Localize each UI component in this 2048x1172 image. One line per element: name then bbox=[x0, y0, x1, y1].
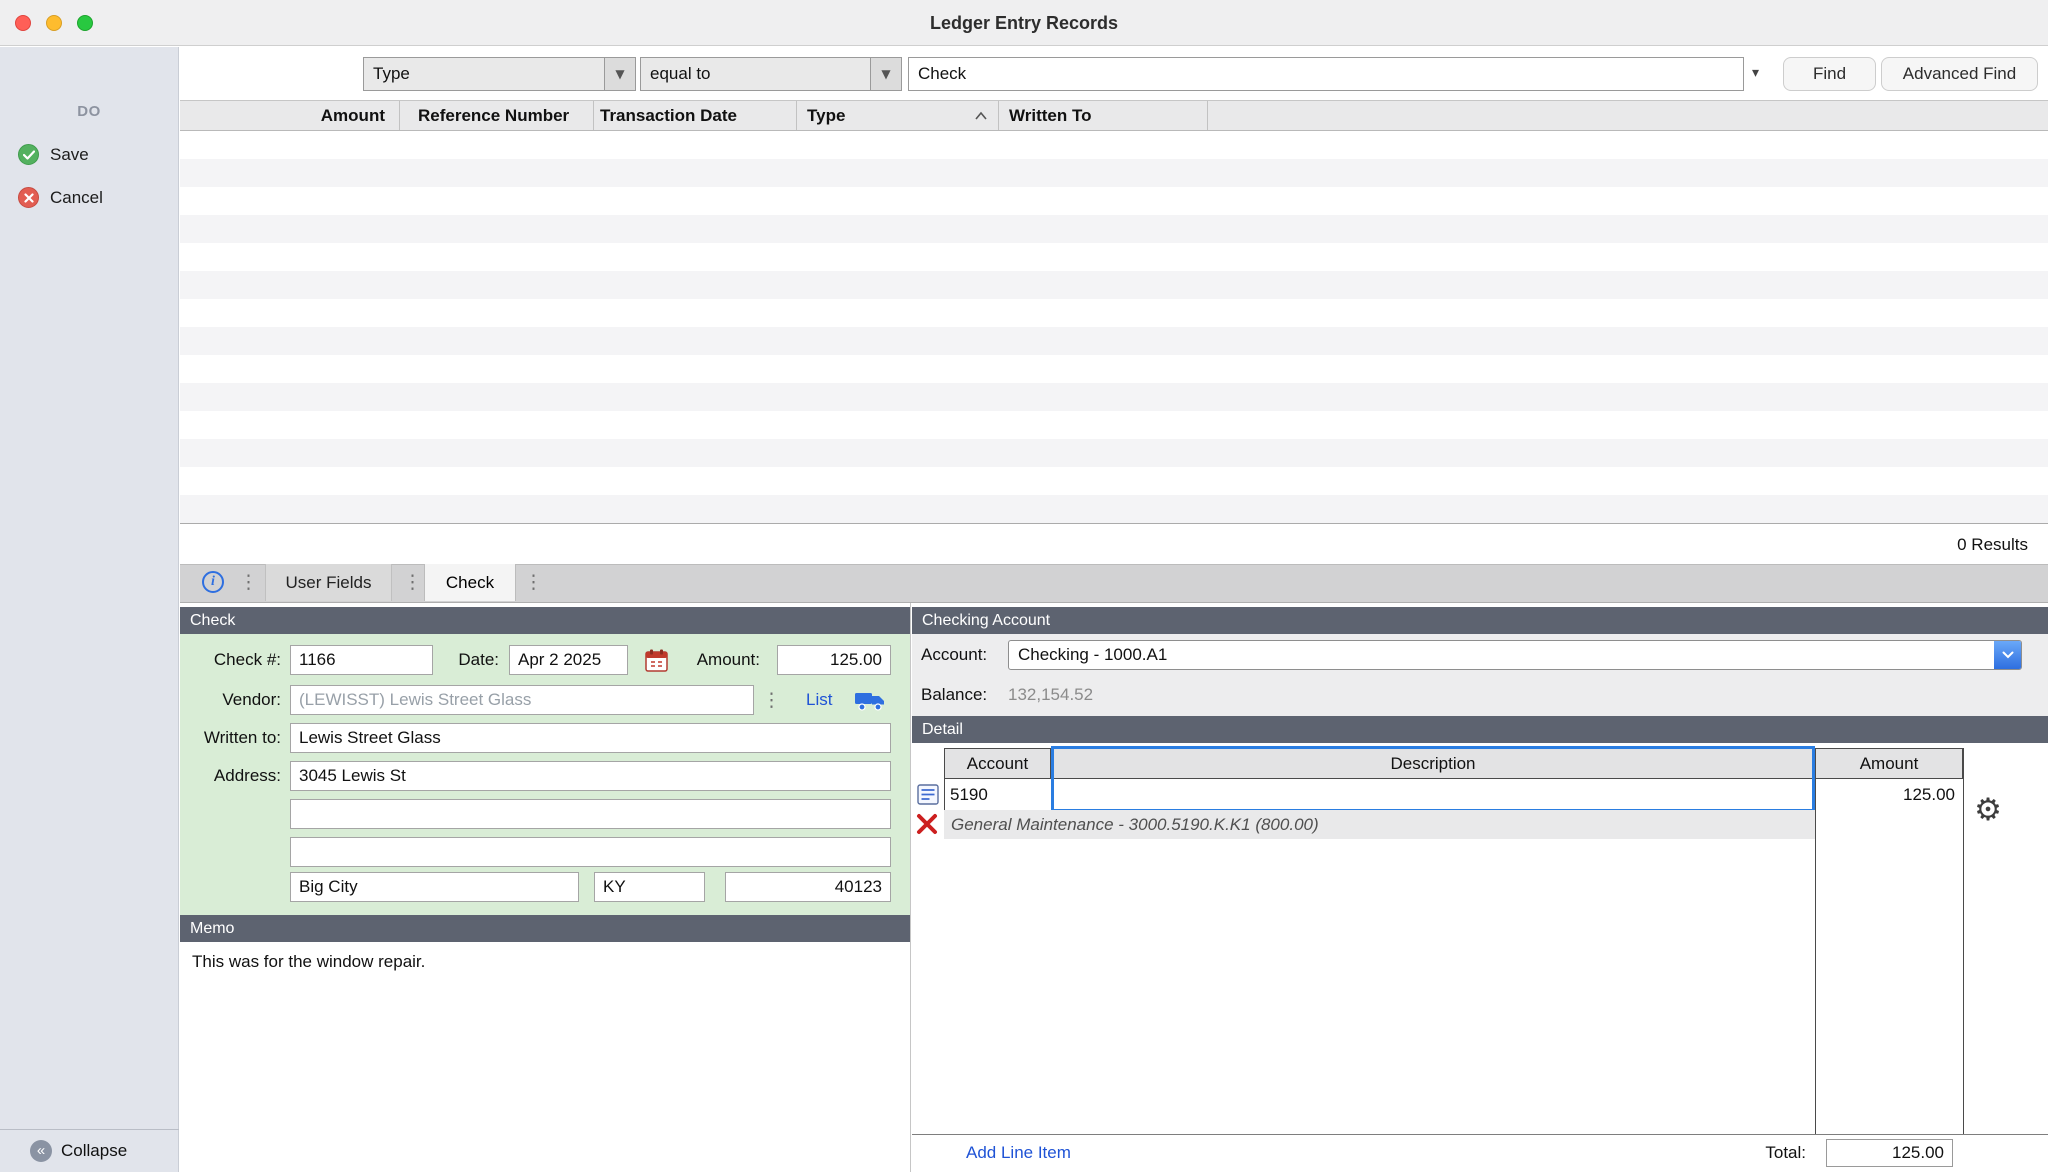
sort-ascending-icon bbox=[974, 101, 988, 130]
delete-line-item-icon[interactable] bbox=[916, 813, 938, 840]
column-header-transaction-date[interactable]: Transaction Date bbox=[594, 101, 797, 130]
results-count: 0 Results bbox=[1957, 524, 2028, 565]
vendor-label: Vendor: bbox=[170, 685, 281, 715]
amount-label: Amount: bbox=[650, 645, 760, 675]
date-label: Date: bbox=[400, 645, 499, 675]
city-field[interactable] bbox=[290, 872, 579, 902]
written-to-label: Written to: bbox=[150, 723, 281, 753]
column-header-type[interactable]: Type bbox=[797, 101, 999, 130]
add-line-item-link[interactable]: Add Line Item bbox=[966, 1134, 1071, 1172]
advanced-find-button[interactable]: Advanced Find bbox=[1881, 57, 2038, 91]
address-line2-field[interactable] bbox=[290, 799, 891, 829]
app-window: Ledger Entry Records DO Save Cancel « Co… bbox=[0, 0, 2048, 1172]
vendor-options-dots-icon[interactable]: ⋮ bbox=[762, 685, 781, 715]
gear-icon[interactable]: ⚙ bbox=[1968, 792, 2008, 829]
account-dropdown-arrow-icon bbox=[1994, 641, 2021, 669]
written-to-field[interactable] bbox=[290, 723, 891, 753]
find-operator-value: equal to bbox=[641, 58, 870, 90]
amount-field[interactable] bbox=[777, 645, 891, 675]
column-header-type-label: Type bbox=[807, 106, 845, 125]
results-header-row: Amount Reference Number Transaction Date… bbox=[180, 100, 2048, 131]
balance-label: Balance: bbox=[921, 680, 1011, 710]
tab-options-dots-icon[interactable]: ⋮ bbox=[403, 564, 422, 601]
find-dropdown-caret-icon[interactable]: ▾ bbox=[1752, 47, 1759, 100]
select-arrow-icon: ▼ bbox=[870, 58, 901, 90]
title-bar: Ledger Entry Records bbox=[0, 0, 2048, 46]
tab-check[interactable]: Check bbox=[424, 564, 516, 601]
check-panel-header: Check bbox=[180, 607, 910, 634]
panel-divider bbox=[910, 603, 911, 1172]
select-arrow-icon: ▼ bbox=[604, 58, 635, 90]
date-field[interactable] bbox=[509, 645, 628, 675]
find-field-select[interactable]: Type ▼ bbox=[363, 57, 636, 91]
sidebar-item-save[interactable]: Save bbox=[18, 144, 89, 165]
zip-field[interactable] bbox=[725, 872, 891, 902]
sidebar-item-cancel[interactable]: Cancel bbox=[18, 187, 103, 208]
column-separator bbox=[1963, 748, 1964, 1172]
total-label: Total: bbox=[1650, 1134, 1806, 1172]
cancel-x-icon bbox=[18, 187, 39, 208]
line-item-account-value[interactable]: 5190 bbox=[950, 779, 988, 810]
info-icon[interactable]: i bbox=[202, 571, 224, 593]
tab-options-dots-icon[interactable]: ⋮ bbox=[524, 564, 543, 601]
tab-options-dots-icon[interactable]: ⋮ bbox=[239, 564, 258, 601]
detail-panel-header: Detail bbox=[912, 716, 2048, 743]
window-title: Ledger Entry Records bbox=[0, 0, 2048, 46]
sidebar: DO Save Cancel « Collapse bbox=[0, 47, 179, 1172]
checking-account-panel-header: Checking Account bbox=[912, 607, 2048, 634]
balance-value: 132,154.52 bbox=[1008, 680, 1208, 710]
truck-icon[interactable] bbox=[854, 690, 886, 717]
find-button[interactable]: Find bbox=[1783, 57, 1876, 91]
address-line3-field[interactable] bbox=[290, 837, 891, 867]
account-label: Account: bbox=[921, 640, 1011, 670]
vendor-list-link[interactable]: List bbox=[806, 685, 832, 715]
account-dropdown-value: Checking - 1000.A1 bbox=[1009, 641, 1994, 669]
address-line1-field[interactable] bbox=[290, 761, 891, 791]
detail-column-header-account: Account bbox=[944, 748, 1051, 779]
memo-field[interactable]: This was for the window repair. bbox=[180, 942, 910, 1172]
sidebar-section-label: DO bbox=[0, 103, 178, 120]
column-separator bbox=[1815, 748, 1816, 1172]
save-check-icon bbox=[18, 144, 39, 165]
save-label: Save bbox=[50, 145, 89, 165]
column-header-reference-number[interactable]: Reference Number bbox=[400, 101, 594, 130]
address-label: Address: bbox=[150, 761, 281, 791]
collapse-control[interactable]: « Collapse bbox=[0, 1129, 179, 1172]
account-dropdown[interactable]: Checking - 1000.A1 bbox=[1008, 640, 2022, 670]
tab-user-fields[interactable]: User Fields bbox=[265, 564, 392, 601]
column-header-amount[interactable]: Amount bbox=[180, 101, 400, 130]
column-header-written-to[interactable]: Written To bbox=[999, 101, 1208, 130]
description-focus-highlight bbox=[1051, 746, 1815, 812]
collapse-label: Collapse bbox=[61, 1141, 127, 1161]
line-item-amount-value[interactable]: 125.00 bbox=[1815, 779, 1955, 810]
collapse-chevrons-icon: « bbox=[30, 1140, 52, 1162]
account-hint-text: General Maintenance - 3000.5190.K.K1 (80… bbox=[951, 810, 1319, 839]
total-value: 125.00 bbox=[1826, 1139, 1953, 1167]
vendor-field[interactable] bbox=[290, 685, 754, 715]
results-list-empty[interactable] bbox=[180, 131, 2048, 523]
check-number-label: Check #: bbox=[170, 645, 281, 675]
find-value-input[interactable] bbox=[908, 57, 1744, 91]
find-field-value: Type bbox=[364, 58, 604, 90]
detail-column-header-amount: Amount bbox=[1815, 748, 1963, 779]
find-operator-select[interactable]: equal to ▼ bbox=[640, 57, 902, 91]
line-item-form-icon[interactable] bbox=[917, 784, 939, 810]
memo-panel-header: Memo bbox=[180, 915, 910, 942]
state-field[interactable] bbox=[594, 872, 705, 902]
results-status-bar: 0 Results bbox=[180, 523, 2048, 564]
cancel-label: Cancel bbox=[50, 188, 103, 208]
